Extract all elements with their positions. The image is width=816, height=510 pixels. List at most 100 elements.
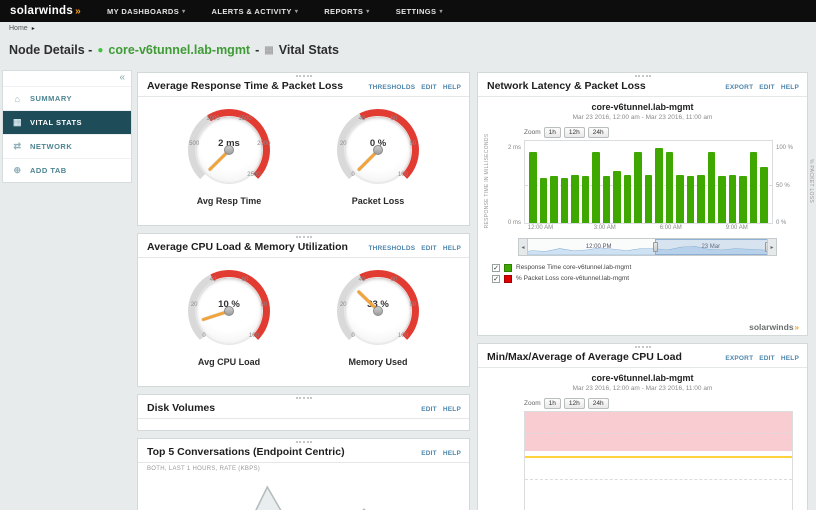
- x-axis-ticks: 12:00 AM3:00 AM6:00 AM9:00 AM: [524, 225, 773, 234]
- gauge-tick: 0: [202, 333, 205, 339]
- legend-label: % Packet Loss core-v6tunnel.lab-mgmt: [516, 275, 629, 282]
- cpu-plot: AVERAGE CPU LOAD 100 %50 %0 %: [524, 411, 793, 510]
- widget-title: Min/Max/Average of Average CPU Load: [487, 351, 682, 363]
- response-time-bar: [540, 178, 548, 223]
- legend-checkbox[interactable]: ✓: [492, 275, 500, 283]
- sidebar-item-network[interactable]: ⇄ NETWORK: [3, 134, 131, 158]
- gauge-packet-loss: 020406080100 0 % Packet Loss: [314, 107, 442, 206]
- right-column: Network Latency & Packet Loss EXPORT EDI…: [477, 72, 808, 510]
- scrubber-left-label: 12:00 PM: [586, 244, 612, 250]
- chevron-down-icon: ▾: [182, 8, 185, 15]
- gauge-label: Memory Used: [314, 357, 442, 367]
- breadcrumb-arrow-icon: ▸: [32, 25, 35, 32]
- drag-handle-icon[interactable]: [296, 236, 312, 238]
- response-time-bar: [750, 152, 758, 223]
- nav-my-dashboards[interactable]: MY DASHBOARDS ▾: [107, 7, 186, 16]
- network-icon: ⇄: [12, 141, 23, 152]
- edit-link[interactable]: EDIT: [421, 450, 437, 457]
- sidebar-item-vital-stats[interactable]: ▦ VITAL STATS: [3, 110, 131, 134]
- thresholds-link[interactable]: THRESHOLDS: [368, 84, 415, 91]
- response-time-bar: [571, 175, 579, 223]
- title-prefix: Node Details -: [9, 43, 92, 57]
- time-range-scrubber[interactable]: 12:00 PM 23 Mar ◂ ▸: [518, 238, 777, 256]
- axis-tick: 0 ms: [508, 220, 521, 226]
- help-link[interactable]: HELP: [443, 84, 461, 91]
- node-status-up-icon: ●: [97, 45, 103, 56]
- chart-legend: ✓ Response Time core-v6tunnel.lab-mgmt ✓…: [492, 262, 807, 284]
- help-link[interactable]: HELP: [781, 355, 799, 362]
- response-time-bar: [739, 176, 747, 223]
- chart-subtitle: Mar 23 2016, 12:00 am - Mar 23 2016, 11:…: [478, 385, 807, 392]
- zoom-12h-button[interactable]: 12h: [564, 127, 585, 138]
- export-link[interactable]: EXPORT: [725, 84, 753, 91]
- help-link[interactable]: HELP: [443, 245, 461, 252]
- nav-label: MY DASHBOARDS: [107, 7, 179, 16]
- view-name: Vital Stats: [279, 43, 339, 57]
- help-link[interactable]: HELP: [781, 84, 799, 91]
- drag-handle-icon[interactable]: [296, 397, 312, 399]
- help-link[interactable]: HELP: [443, 406, 461, 413]
- nav-settings[interactable]: SETTINGS ▾: [396, 7, 443, 16]
- gauge-tick: 1500: [238, 116, 251, 122]
- response-time-bar: [561, 178, 569, 223]
- widget-title: Top 5 Conversations (Endpoint Centric): [147, 446, 345, 458]
- response-time-bar: [676, 175, 684, 223]
- response-time-bar: [718, 176, 726, 223]
- sidebar-item-add-tab[interactable]: ⊕ ADD TAB: [3, 158, 131, 182]
- gauge-label: Packet Loss: [314, 196, 442, 206]
- zoom-12h-button[interactable]: 12h: [564, 398, 585, 409]
- nav-label: REPORTS: [324, 7, 363, 16]
- x-axis-tick: 12:00 AM: [528, 225, 553, 231]
- node-link[interactable]: core-v6tunnel.lab-mgmt: [108, 43, 250, 57]
- breadcrumb-home-link[interactable]: Home: [9, 25, 28, 32]
- zoom-1h-button[interactable]: 1h: [544, 127, 561, 138]
- drag-handle-icon[interactable]: [296, 441, 312, 443]
- gauge-tick: 1000: [206, 116, 219, 122]
- y-axis-label-right: % PACKET LOSS: [808, 146, 814, 216]
- zoom-1h-button[interactable]: 1h: [544, 398, 561, 409]
- gauge-memory-used: 020406080100 33 % Memory Used: [314, 268, 442, 367]
- sidebar-collapse-button[interactable]: «: [3, 71, 131, 86]
- edit-link[interactable]: EDIT: [421, 84, 437, 91]
- drag-handle-icon[interactable]: [635, 346, 651, 348]
- scrub-left-arrow-button[interactable]: ◂: [519, 239, 528, 255]
- drag-handle-icon[interactable]: [296, 75, 312, 77]
- zoom-24h-button[interactable]: 24h: [588, 127, 609, 138]
- drag-handle-icon[interactable]: [635, 75, 651, 77]
- arrow-left-icon: ◂: [521, 244, 524, 251]
- gauge-tick: 40: [359, 116, 366, 122]
- sidebar-item-summary[interactable]: ⌂ SUMMARY: [3, 86, 131, 110]
- top-navbar: solarwinds » MY DASHBOARDS ▾ ALERTS & AC…: [0, 0, 816, 22]
- help-link[interactable]: HELP: [443, 450, 461, 457]
- response-time-bar: [624, 175, 632, 223]
- gauge-dial: 020406080100 10 %: [188, 270, 270, 352]
- nav-alerts-activity[interactable]: ALERTS & ACTIVITY ▾: [212, 7, 299, 16]
- edit-link[interactable]: EDIT: [759, 84, 775, 91]
- chevron-down-icon: ▾: [366, 8, 369, 15]
- widget-subtitle: BOTH, LAST 1 HOURS, RATE (KBPS): [138, 463, 469, 472]
- response-time-bar: [760, 167, 768, 223]
- subview-sidebar: « ⌂ SUMMARY ▦ VITAL STATS ⇄ NETWORK ⊕ AD…: [2, 70, 132, 183]
- legend-checkbox[interactable]: ✓: [492, 264, 500, 272]
- response-time-bar: [550, 176, 558, 223]
- gridline: [525, 433, 792, 434]
- zoom-label: Zoom: [524, 400, 541, 407]
- edit-link[interactable]: EDIT: [421, 406, 437, 413]
- sidebar-item-label: VITAL STATS: [30, 118, 82, 127]
- solarwinds-logo[interactable]: solarwinds »: [10, 5, 81, 17]
- widget-title: Network Latency & Packet Loss: [487, 80, 646, 92]
- response-time-bar: [687, 176, 695, 223]
- scrub-right-arrow-button[interactable]: ▸: [767, 239, 776, 255]
- zoom-24h-button[interactable]: 24h: [588, 398, 609, 409]
- collapse-icon: «: [119, 72, 125, 83]
- scrubber-handle-left[interactable]: [653, 242, 658, 252]
- edit-link[interactable]: EDIT: [759, 355, 775, 362]
- thresholds-link[interactable]: THRESHOLDS: [368, 245, 415, 252]
- edit-link[interactable]: EDIT: [421, 245, 437, 252]
- sparkline-svg: [146, 478, 461, 510]
- nav-reports[interactable]: REPORTS ▾: [324, 7, 369, 16]
- gauge-tick: 60: [391, 277, 398, 283]
- sidebar-item-label: NETWORK: [30, 142, 72, 151]
- export-link[interactable]: EXPORT: [725, 355, 753, 362]
- scrubber-selection[interactable]: [655, 239, 768, 255]
